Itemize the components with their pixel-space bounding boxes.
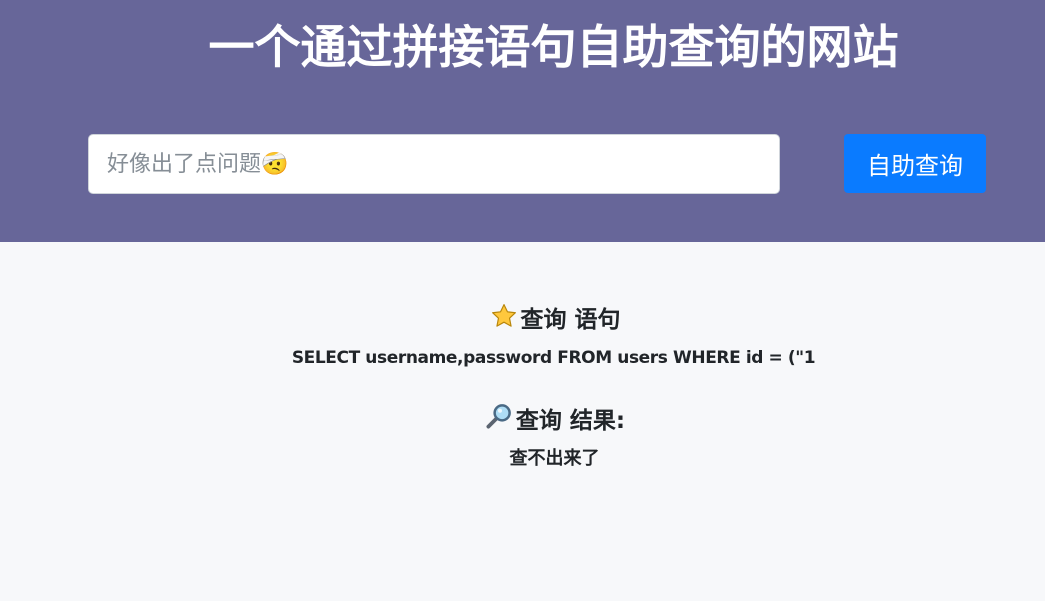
page-title: 一个通过拼接语句自助查询的网站: [208, 20, 899, 74]
page-header: 一个通过拼接语句自助查询的网站 自助查询: [0, 0, 1045, 242]
query-heading: 查询 语句: [0, 302, 1045, 340]
search-input[interactable]: [88, 134, 780, 194]
query-sql: SELECT username,password FROM users WHER…: [291, 348, 816, 368]
result-text: 查不出来了: [509, 448, 600, 469]
magnifier-icon: [484, 401, 514, 441]
result-heading-label: 查询 结果:: [515, 408, 626, 434]
query-heading-label: 查询 语句: [520, 307, 621, 333]
star-icon: [490, 302, 518, 340]
result-heading: 查询 结果:: [0, 401, 1045, 441]
search-button[interactable]: 自助查询: [844, 134, 986, 193]
